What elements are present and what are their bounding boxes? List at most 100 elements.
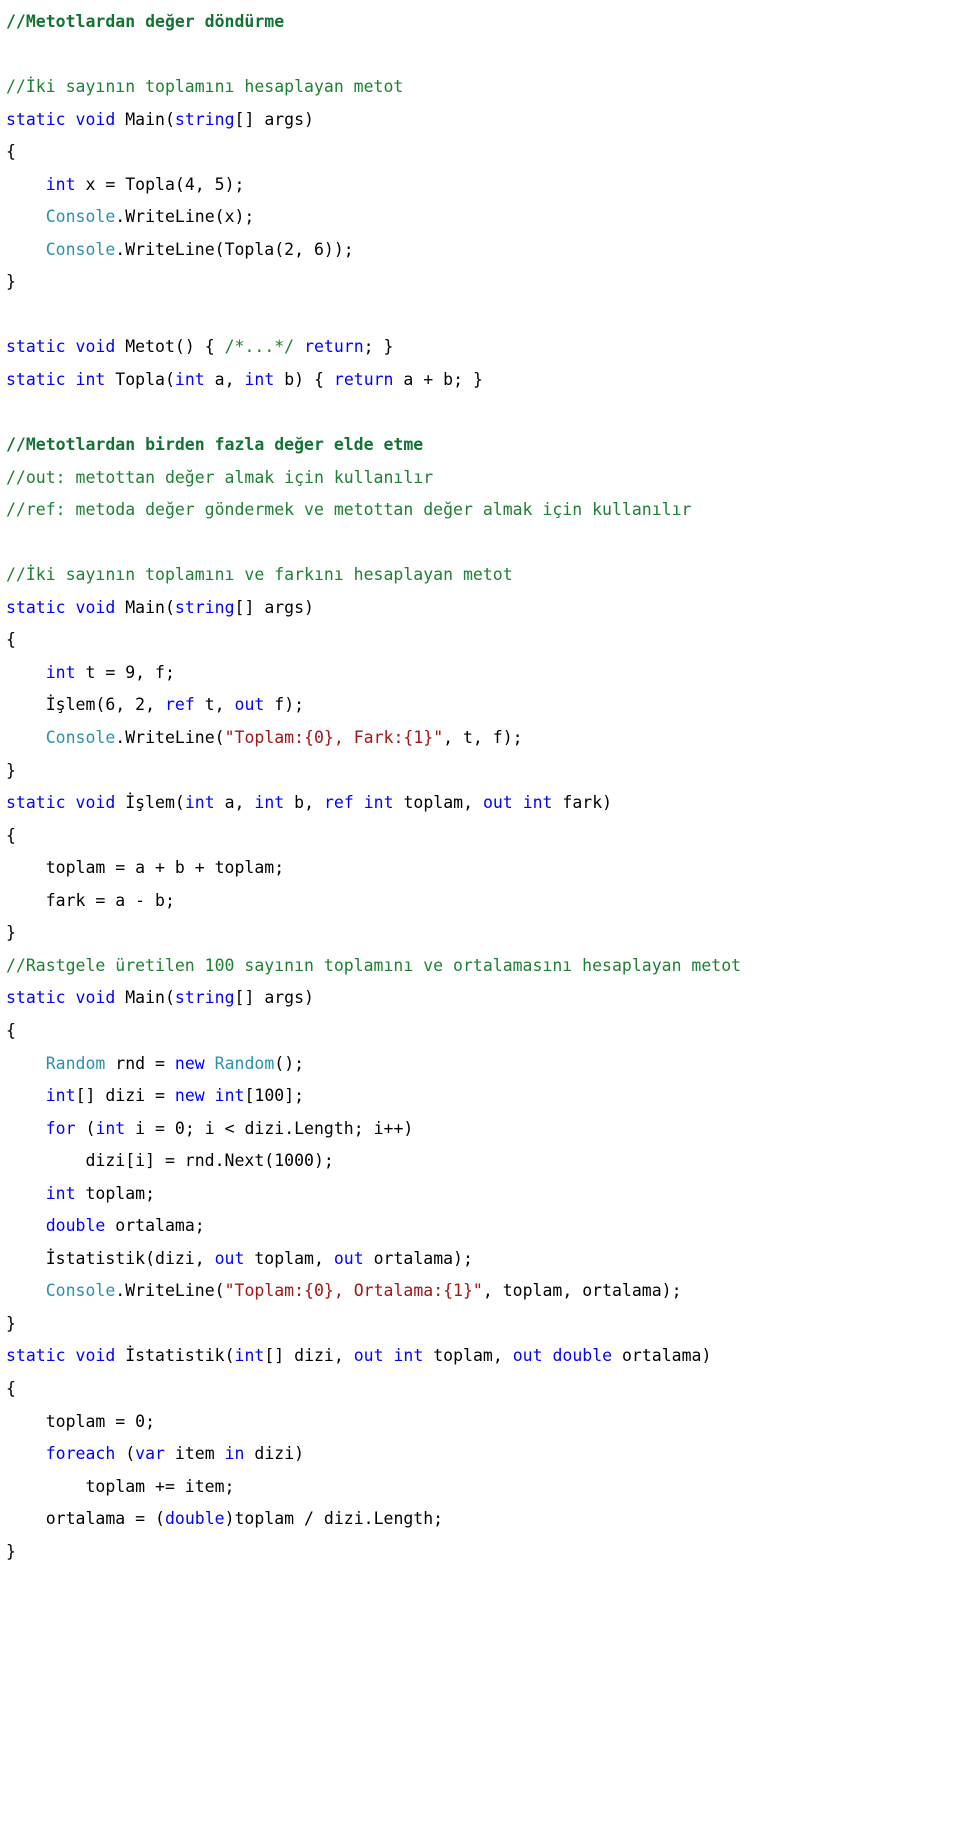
code-line: //Rastgele üretilen 100 sayının toplamın… bbox=[6, 950, 960, 983]
code-token-kw: return bbox=[304, 337, 364, 357]
code-token-cm: //ref: metoda değer göndermek ve metotta… bbox=[6, 500, 692, 520]
code-token-kw: static bbox=[6, 1346, 66, 1366]
code-token-kw: int bbox=[184, 793, 215, 813]
code-token-cmb: //Metotlardan birden fazla değer elde et… bbox=[6, 435, 424, 455]
code-token-pl: ortalama) bbox=[612, 1346, 712, 1366]
code-token-kw: int bbox=[393, 1346, 424, 1366]
code-token-kw: static bbox=[6, 597, 66, 617]
code-token-kw: static bbox=[6, 988, 66, 1008]
code-token-kw: double bbox=[552, 1346, 613, 1366]
code-token-kw: return bbox=[333, 370, 394, 390]
code-line: foreach (var item in dizi) bbox=[6, 1438, 960, 1471]
code-token-kw: void bbox=[75, 597, 116, 617]
code-token-pl: rnd = bbox=[105, 1053, 175, 1073]
code-line: İstatistik(dizi, out toplam, out ortalam… bbox=[6, 1243, 960, 1276]
code-token-kw: void bbox=[75, 1346, 116, 1366]
code-line: ortalama = (double)toplam / dizi.Length; bbox=[6, 1503, 960, 1536]
code-token-kw: int bbox=[45, 174, 76, 194]
code-token-kw: in bbox=[224, 1444, 245, 1464]
code-token-kw: static bbox=[6, 109, 66, 129]
code-line: static void İstatistik(int[] dizi, out i… bbox=[6, 1340, 960, 1373]
code-token-pl: İstatistik( bbox=[115, 1346, 235, 1366]
code-token-str: "Toplam:{0}, Fark:{1}" bbox=[224, 728, 444, 748]
code-line: int[] dizi = new int[100]; bbox=[6, 1080, 960, 1113]
code-line: for (int i = 0; i < dizi.Length; i++) bbox=[6, 1113, 960, 1146]
code-token-kw: string bbox=[174, 109, 235, 129]
code-token-kw: ref bbox=[323, 793, 354, 813]
code-line: toplam = a + b + toplam; bbox=[6, 852, 960, 885]
code-token-pl: )toplam / dizi.Length; bbox=[224, 1509, 444, 1529]
code-token-pl: { bbox=[6, 825, 16, 845]
code-token-kw: int bbox=[234, 1346, 265, 1366]
code-line: //Metotlardan değer döndürme bbox=[6, 6, 960, 39]
code-token-pl: b, bbox=[284, 793, 324, 813]
code-token-kw: void bbox=[75, 337, 116, 357]
code-token-pl: ; } bbox=[363, 337, 394, 357]
code-token-kw: int bbox=[45, 1086, 76, 1106]
code-token-pl: ( bbox=[115, 1444, 136, 1464]
code-token-kw: void bbox=[75, 988, 116, 1008]
code-line: static void Main(string[] args) bbox=[6, 982, 960, 1015]
code-line: static void Metot() { /*...*/ return; } bbox=[6, 331, 960, 364]
code-token-kw: int bbox=[214, 1086, 245, 1106]
code-line: Console.WriteLine(x); bbox=[6, 201, 960, 234]
code-token-pl: fark = a - b; bbox=[6, 890, 175, 910]
code-line: { bbox=[6, 136, 960, 169]
code-token-pl: dizi) bbox=[244, 1444, 305, 1464]
code-token-pl: İşlem(6, 2, bbox=[6, 695, 165, 715]
code-token-pl: .WriteLine(Topla(2, 6)); bbox=[115, 239, 354, 259]
code-token-cls: Console bbox=[45, 728, 116, 748]
code-token-cls: Random bbox=[214, 1053, 275, 1073]
code-token-pl: f); bbox=[264, 695, 305, 715]
code-token-pl: Main( bbox=[115, 988, 175, 1008]
code-token-pl: İşlem( bbox=[115, 793, 185, 813]
code-token-cm: //out: metottan değer almak için kullanı… bbox=[6, 467, 434, 487]
code-token-pl: (); bbox=[274, 1053, 305, 1073]
code-token-cls: Console bbox=[45, 239, 116, 259]
code-line: Console.WriteLine("Toplam:{0}, Fark:{1}"… bbox=[6, 722, 960, 755]
code-line: } bbox=[6, 1536, 960, 1569]
code-token-cm: //İki sayının toplamını ve farkını hesap… bbox=[6, 565, 513, 585]
code-token-kw: var bbox=[135, 1444, 165, 1464]
code-token-cls: Console bbox=[45, 1281, 116, 1301]
code-token-pl: { bbox=[6, 1378, 16, 1398]
code-token-kw: out bbox=[482, 793, 513, 813]
code-line: static void Main(string[] args) bbox=[6, 104, 960, 137]
code-line: Random rnd = new Random(); bbox=[6, 1048, 960, 1081]
code-line bbox=[6, 527, 960, 560]
code-token-pl: a, bbox=[204, 370, 245, 390]
code-token-pl: item bbox=[164, 1444, 225, 1464]
code-line: static void İşlem(int a, int b, ref int … bbox=[6, 787, 960, 820]
code-token-kw: void bbox=[75, 793, 116, 813]
code-token-pl: b) { bbox=[274, 370, 334, 390]
code-token-pl: .WriteLine( bbox=[115, 1281, 225, 1301]
code-token-pl: , toplam, ortalama); bbox=[482, 1281, 682, 1301]
code-token-kw: foreach bbox=[45, 1444, 116, 1464]
code-line: } bbox=[6, 755, 960, 788]
code-token-cmb: //Metotlardan değer döndürme bbox=[6, 12, 285, 31]
code-token-pl: { bbox=[6, 1020, 16, 1040]
code-token-kw: double bbox=[164, 1509, 225, 1529]
code-line: //Metotlardan birden fazla değer elde et… bbox=[6, 429, 960, 462]
code-token-cm: //Rastgele üretilen 100 sayının toplamın… bbox=[6, 955, 742, 975]
code-token-pl: ( bbox=[75, 1118, 96, 1138]
code-token-pl: Metot() { bbox=[115, 337, 225, 357]
code-token-kw: int bbox=[45, 1183, 76, 1203]
code-token-pl: [] args) bbox=[234, 109, 314, 129]
code-token-pl: toplam, bbox=[393, 793, 483, 813]
code-token-pl: Main( bbox=[115, 109, 175, 129]
